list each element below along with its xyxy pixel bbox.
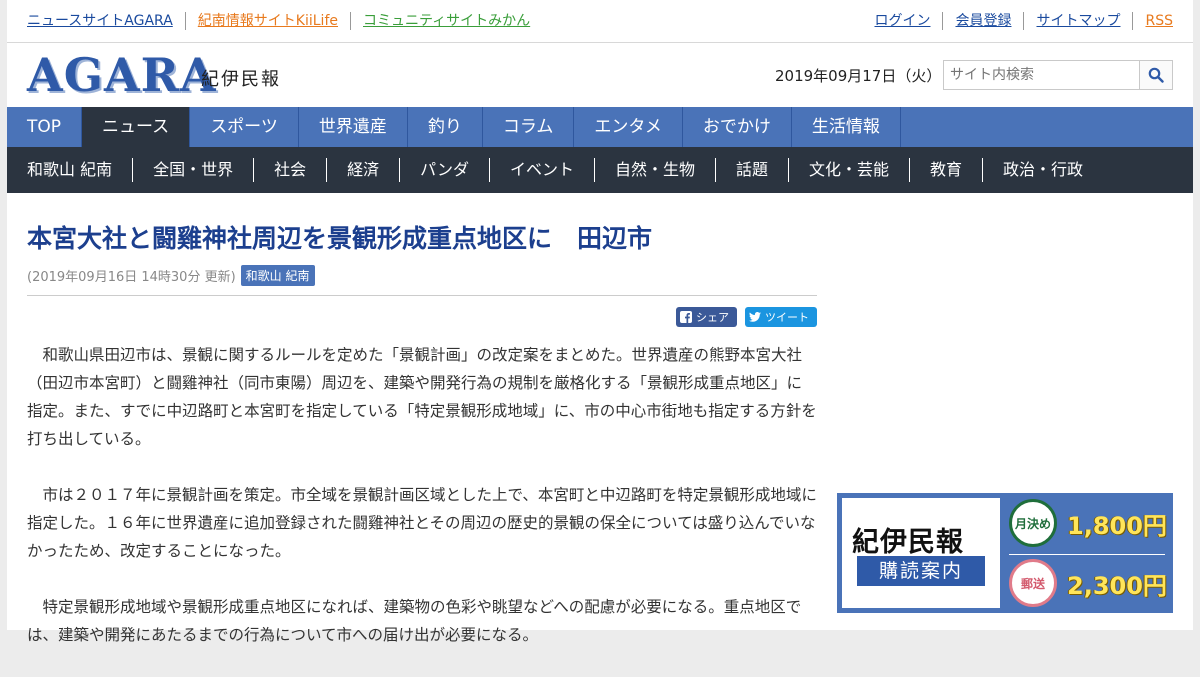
twitter-share-label: ツイート [765, 311, 809, 324]
facebook-share-label: シェア [696, 311, 729, 324]
main-nav: TOP ニュース スポーツ 世界遺産 釣り コラム エンタメ おでかけ 生活情報 [7, 107, 1193, 147]
page: ニュースサイトAGARA 紀南情報サイトKiiLife コミュニティサイトみかん… [7, 0, 1193, 644]
site-logo[interactable]: AGARA [27, 52, 217, 98]
ad-price-mail-value: 2,300円 [1067, 571, 1167, 600]
subnav-culture[interactable]: 文化・芸能 [788, 158, 909, 182]
account-links: ログイン 会員登録 サイトマップ RSS [862, 12, 1173, 30]
search-input[interactable] [944, 61, 1139, 89]
site-links: ニュースサイトAGARA 紀南情報サイトKiiLife コミュニティサイトみかん [27, 12, 542, 30]
ad-price-monthly: 月決め 1,800円 [1009, 499, 1167, 547]
nav-outing[interactable]: おでかけ [683, 107, 792, 147]
facebook-icon [680, 311, 692, 323]
twitter-share-button[interactable]: ツイート [745, 307, 817, 327]
ad-price-monthly-value: 1,800円 [1067, 511, 1167, 540]
nav-sports[interactable]: スポーツ [190, 107, 299, 147]
subnav-kinan[interactable]: 和歌山 紀南 [7, 158, 132, 182]
ad-divider [1009, 554, 1165, 555]
nav-top[interactable]: TOP [7, 107, 83, 147]
article-title: 本宮大社と闘雞神社周辺を景観形成重点地区に 田辺市 [27, 224, 653, 253]
subnav-education[interactable]: 教育 [909, 158, 982, 182]
search-icon [1148, 67, 1164, 83]
facebook-share-button[interactable]: シェア [676, 307, 737, 327]
category-tag[interactable]: 和歌山 紀南 [240, 265, 315, 286]
article-updated-time: (2019年09月16日 14時30分 更新) [27, 270, 236, 285]
subnav-panda[interactable]: パンダ [399, 158, 489, 182]
article-meta: (2019年09月16日 14時30分 更新) 和歌山 紀南 [27, 265, 817, 286]
nav-entertainment[interactable]: エンタメ [574, 107, 683, 147]
link-agara[interactable]: ニュースサイトAGARA [27, 12, 185, 30]
share-buttons: シェア ツイート [27, 307, 817, 327]
top-utility-bar: ニュースサイトAGARA 紀南情報サイトKiiLife コミュニティサイトみかん… [7, 0, 1193, 43]
subnav-politics[interactable]: 政治・行政 [982, 158, 1103, 182]
search-button[interactable] [1139, 61, 1172, 89]
ad-subscription-guide: 購読案内 [857, 556, 985, 586]
ad-newspaper-title: 紀伊民報 [852, 527, 964, 558]
nav-lifestyle[interactable]: 生活情報 [792, 107, 901, 147]
site-header: AGARA 紀伊民報 2019年09月17日（火） [7, 44, 1193, 107]
subnav-topics[interactable]: 話題 [714, 158, 788, 182]
ad-badge-mail: 郵送 [1009, 559, 1057, 607]
link-kiilife[interactable]: 紀南情報サイトKiiLife [184, 12, 350, 30]
sub-nav: 和歌山 紀南 全国・世界 社会 経済 パンダ イベント 自然・生物 話題 文化・… [7, 147, 1193, 193]
search-box [943, 60, 1173, 90]
ad-price-mail: 郵送 2,300円 [1009, 559, 1167, 607]
nav-column[interactable]: コラム [483, 107, 575, 147]
article-paragraph: 和歌山県田辺市は、景観に関するルールを定めた「景観計画」の改定案をまとめた。世界… [27, 346, 817, 448]
subnav-society[interactable]: 社会 [253, 158, 326, 182]
subnav-events[interactable]: イベント [488, 158, 594, 182]
subscription-ad-banner[interactable]: 紀伊民報 購読案内 月決め 1,800円 郵送 2,300円 [837, 493, 1173, 613]
sitemap-link[interactable]: サイトマップ [1023, 12, 1132, 30]
article-paragraph: 特定景観形成地域や景観形成重点地区になれば、建築物の色彩や眺望などへの配慮が必要… [27, 598, 802, 644]
login-link[interactable]: ログイン [862, 12, 942, 30]
subnav-national-world[interactable]: 全国・世界 [132, 158, 253, 182]
nav-news[interactable]: ニュース [82, 107, 191, 147]
subnav-economy[interactable]: 経済 [326, 158, 399, 182]
article-body: 和歌山県田辺市は、景観に関するルールを定めた「景観計画」の改定案をまとめた。世界… [27, 341, 817, 649]
current-date: 2019年09月17日（火） [775, 67, 942, 85]
rss-link[interactable]: RSS [1132, 12, 1173, 30]
nav-fishing[interactable]: 釣り [408, 107, 483, 147]
ad-badge-monthly: 月決め [1009, 499, 1057, 547]
ad-newspaper-panel: 紀伊民報 購読案内 [842, 498, 1000, 608]
subnav-nature[interactable]: 自然・生物 [593, 158, 715, 182]
register-link[interactable]: 会員登録 [942, 12, 1023, 30]
article: 本宮大社と闘雞神社周辺を景観形成重点地区に 田辺市 (2019年09月16日 1… [27, 193, 817, 677]
site-logo-subtitle: 紀伊民報 [201, 69, 281, 90]
divider [27, 295, 817, 296]
twitter-icon [749, 312, 761, 322]
article-paragraph: 市は２０１７年に景観計画を策定。市全域を景観計画区域とした上で、本宮町と中辺路町… [27, 486, 817, 560]
nav-world-heritage[interactable]: 世界遺産 [299, 107, 408, 147]
link-mikan[interactable]: コミュニティサイトみかん [350, 12, 542, 30]
